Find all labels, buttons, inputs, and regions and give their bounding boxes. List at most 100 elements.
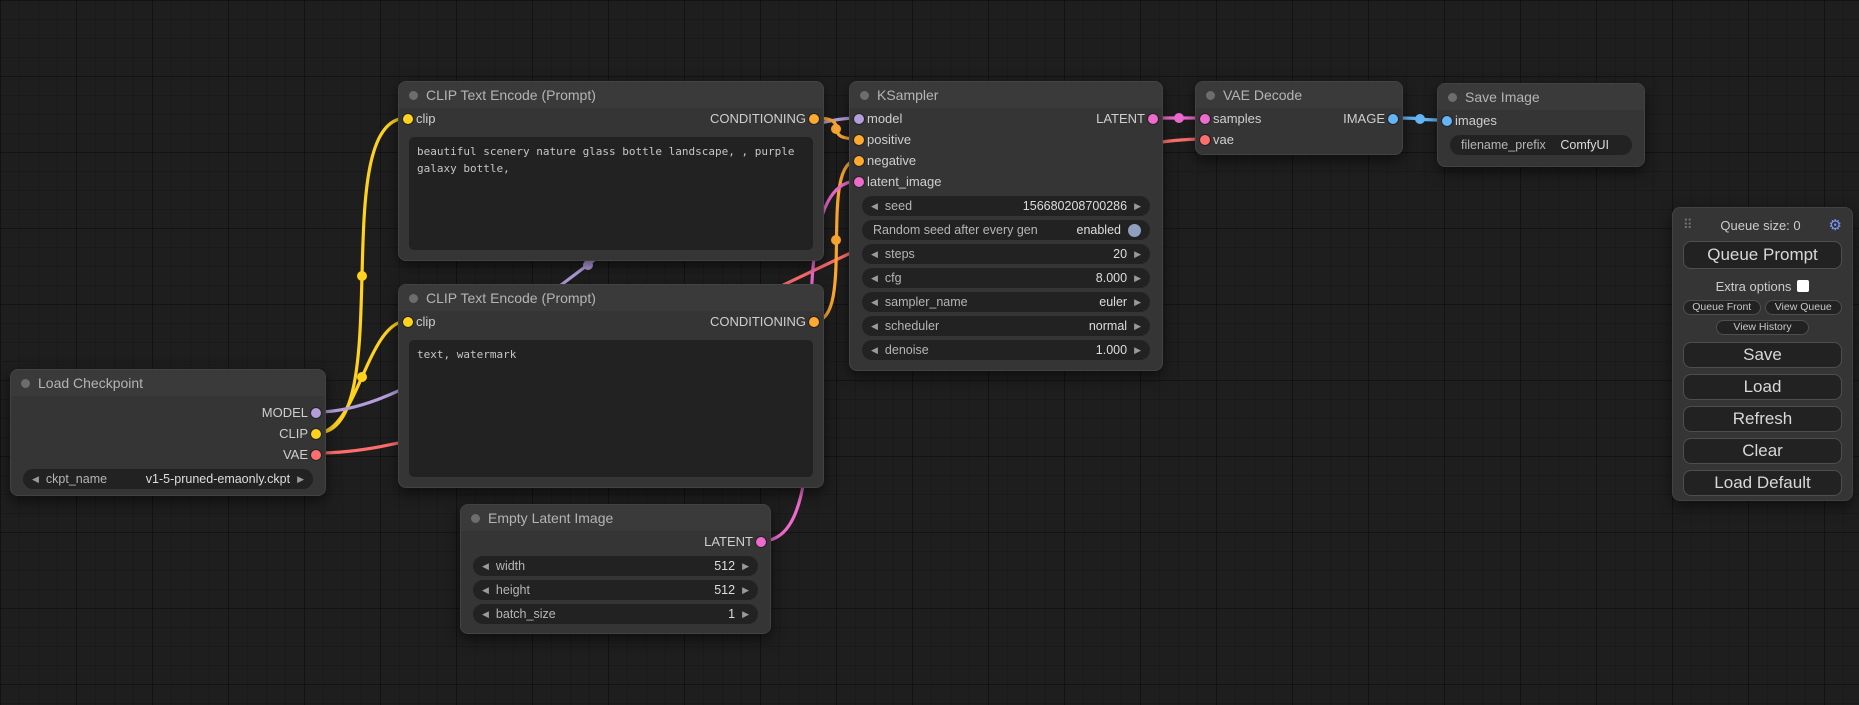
output-port-latent[interactable] <box>1148 114 1158 124</box>
widget-height[interactable]: ◀ height 512 ▶ <box>473 580 758 600</box>
node-collapse-dot[interactable] <box>471 514 480 523</box>
widget-batch-size[interactable]: ◀ batch_size 1 ▶ <box>473 604 758 624</box>
node-empty-latent-image[interactable]: Empty Latent Image LATENT ◀ width 512 ▶ … <box>460 504 771 634</box>
increment-arrow-icon[interactable]: ▶ <box>1134 322 1141 331</box>
node-ksampler[interactable]: KSampler model LATENT positive negative … <box>849 81 1163 371</box>
increment-arrow-icon[interactable]: ▶ <box>1134 298 1141 307</box>
node-title-bar[interactable]: KSampler <box>850 82 1162 108</box>
node-clip-text-encode-negative[interactable]: CLIP Text Encode (Prompt) clip CONDITION… <box>398 284 824 488</box>
input-port-positive[interactable] <box>854 135 864 145</box>
widget-value[interactable]: ComfyUI <box>1560 138 1609 152</box>
settings-gear-icon[interactable]: ⚙ <box>1829 216 1842 234</box>
node-collapse-dot[interactable] <box>1448 93 1457 102</box>
output-port-latent[interactable] <box>756 537 766 547</box>
input-port-negative[interactable] <box>854 156 864 166</box>
increment-arrow-icon[interactable]: ▶ <box>297 475 304 484</box>
widget-value[interactable]: normal <box>1089 319 1127 333</box>
widget-scheduler[interactable]: ◀ scheduler normal ▶ <box>862 316 1150 336</box>
widget-value[interactable]: 20 <box>1113 247 1127 261</box>
node-collapse-dot[interactable] <box>1206 91 1215 100</box>
negative-prompt-textarea[interactable]: text, watermark <box>409 340 813 477</box>
node-title-bar[interactable]: Save Image <box>1438 84 1644 110</box>
load-button[interactable]: Load <box>1683 374 1842 400</box>
output-port-conditioning[interactable] <box>809 114 819 124</box>
extra-options-checkbox[interactable] <box>1797 280 1809 292</box>
output-port-conditioning[interactable] <box>809 317 819 327</box>
increment-arrow-icon[interactable]: ▶ <box>1134 346 1141 355</box>
view-queue-button[interactable]: View Queue <box>1765 300 1843 315</box>
increment-arrow-icon[interactable]: ▶ <box>1134 250 1141 259</box>
node-load-checkpoint[interactable]: Load Checkpoint MODEL CLIP VAE ◀ ckpt_na… <box>10 369 326 496</box>
widget-denoise[interactable]: ◀ denoise 1.000 ▶ <box>862 340 1150 360</box>
input-port-images[interactable] <box>1442 116 1452 126</box>
input-port-vae[interactable] <box>1200 135 1210 145</box>
widget-width[interactable]: ◀ width 512 ▶ <box>473 556 758 576</box>
node-save-image[interactable]: Save Image images filename_prefix ComfyU… <box>1437 83 1645 167</box>
decrement-arrow-icon[interactable]: ◀ <box>871 274 878 283</box>
decrement-arrow-icon[interactable]: ◀ <box>482 562 489 571</box>
output-port-model[interactable] <box>311 408 321 418</box>
random-seed-toggle[interactable] <box>1128 224 1141 237</box>
node-collapse-dot[interactable] <box>860 91 869 100</box>
drag-handle-icon[interactable]: ⠿ <box>1683 217 1693 233</box>
input-port-samples[interactable] <box>1200 114 1210 124</box>
positive-prompt-textarea[interactable]: beautiful scenery nature glass bottle la… <box>409 137 813 250</box>
widget-filename-prefix[interactable]: filename_prefix ComfyUI <box>1450 135 1632 155</box>
input-port-clip[interactable] <box>403 114 413 124</box>
widget-steps[interactable]: ◀ steps 20 ▶ <box>862 244 1150 264</box>
widget-value[interactable]: 156680208700286 <box>1023 199 1127 213</box>
node-title-bar[interactable]: CLIP Text Encode (Prompt) <box>399 285 823 311</box>
node-collapse-dot[interactable] <box>21 379 30 388</box>
view-history-button[interactable]: View History <box>1716 320 1808 335</box>
output-port-image[interactable] <box>1388 114 1398 124</box>
widget-value[interactable]: 1.000 <box>1096 343 1127 357</box>
save-button[interactable]: Save <box>1683 342 1842 368</box>
refresh-button[interactable]: Refresh <box>1683 406 1842 432</box>
widget-value[interactable]: 512 <box>714 559 735 573</box>
queue-front-button[interactable]: Queue Front <box>1683 300 1761 315</box>
widget-seed[interactable]: ◀ seed 156680208700286 ▶ <box>862 196 1150 216</box>
decrement-arrow-icon[interactable]: ◀ <box>871 322 878 331</box>
clear-button[interactable]: Clear <box>1683 438 1842 464</box>
node-clip-text-encode-positive[interactable]: CLIP Text Encode (Prompt) clip CONDITION… <box>398 81 824 261</box>
input-port-clip[interactable] <box>403 317 413 327</box>
widget-value[interactable]: 1 <box>728 607 735 621</box>
widget-value[interactable]: 512 <box>714 583 735 597</box>
node-title-bar[interactable]: CLIP Text Encode (Prompt) <box>399 82 823 108</box>
input-port-model[interactable] <box>854 114 864 124</box>
widget-value[interactable]: v1-5-pruned-emaonly.ckpt <box>146 472 290 486</box>
node-title-bar[interactable]: Load Checkpoint <box>11 370 325 396</box>
widget-ckpt-name[interactable]: ◀ ckpt_name v1-5-pruned-emaonly.ckpt ▶ <box>23 469 313 489</box>
queue-prompt-button[interactable]: Queue Prompt <box>1683 241 1842 269</box>
decrement-arrow-icon[interactable]: ◀ <box>482 586 489 595</box>
output-label-latent: LATENT <box>1096 111 1145 126</box>
increment-arrow-icon[interactable]: ▶ <box>742 586 749 595</box>
increment-arrow-icon[interactable]: ▶ <box>1134 202 1141 211</box>
widget-value[interactable]: enabled <box>1077 223 1122 237</box>
decrement-arrow-icon[interactable]: ◀ <box>871 202 878 211</box>
output-port-clip[interactable] <box>311 429 321 439</box>
decrement-arrow-icon[interactable]: ◀ <box>32 475 39 484</box>
decrement-arrow-icon[interactable]: ◀ <box>482 610 489 619</box>
increment-arrow-icon[interactable]: ▶ <box>1134 274 1141 283</box>
widget-random-seed[interactable]: Random seed after every gen enabled <box>862 220 1150 240</box>
decrement-arrow-icon[interactable]: ◀ <box>871 346 878 355</box>
output-port-vae[interactable] <box>311 450 321 460</box>
widget-value[interactable]: euler <box>1099 295 1127 309</box>
widget-cfg[interactable]: ◀ cfg 8.000 ▶ <box>862 268 1150 288</box>
node-collapse-dot[interactable] <box>409 91 418 100</box>
load-default-button[interactable]: Load Default <box>1683 470 1842 496</box>
increment-arrow-icon[interactable]: ▶ <box>742 610 749 619</box>
node-collapse-dot[interactable] <box>409 294 418 303</box>
widget-label: filename_prefix <box>1461 138 1546 152</box>
node-title-bar[interactable]: VAE Decode <box>1196 82 1402 108</box>
decrement-arrow-icon[interactable]: ◀ <box>871 298 878 307</box>
node-vae-decode[interactable]: VAE Decode samples IMAGE vae <box>1195 81 1403 155</box>
link-midpoint-dot <box>357 271 367 281</box>
node-title-bar[interactable]: Empty Latent Image <box>461 505 770 531</box>
input-port-latent-image[interactable] <box>854 177 864 187</box>
decrement-arrow-icon[interactable]: ◀ <box>871 250 878 259</box>
increment-arrow-icon[interactable]: ▶ <box>742 562 749 571</box>
widget-sampler-name[interactable]: ◀ sampler_name euler ▶ <box>862 292 1150 312</box>
widget-value[interactable]: 8.000 <box>1096 271 1127 285</box>
